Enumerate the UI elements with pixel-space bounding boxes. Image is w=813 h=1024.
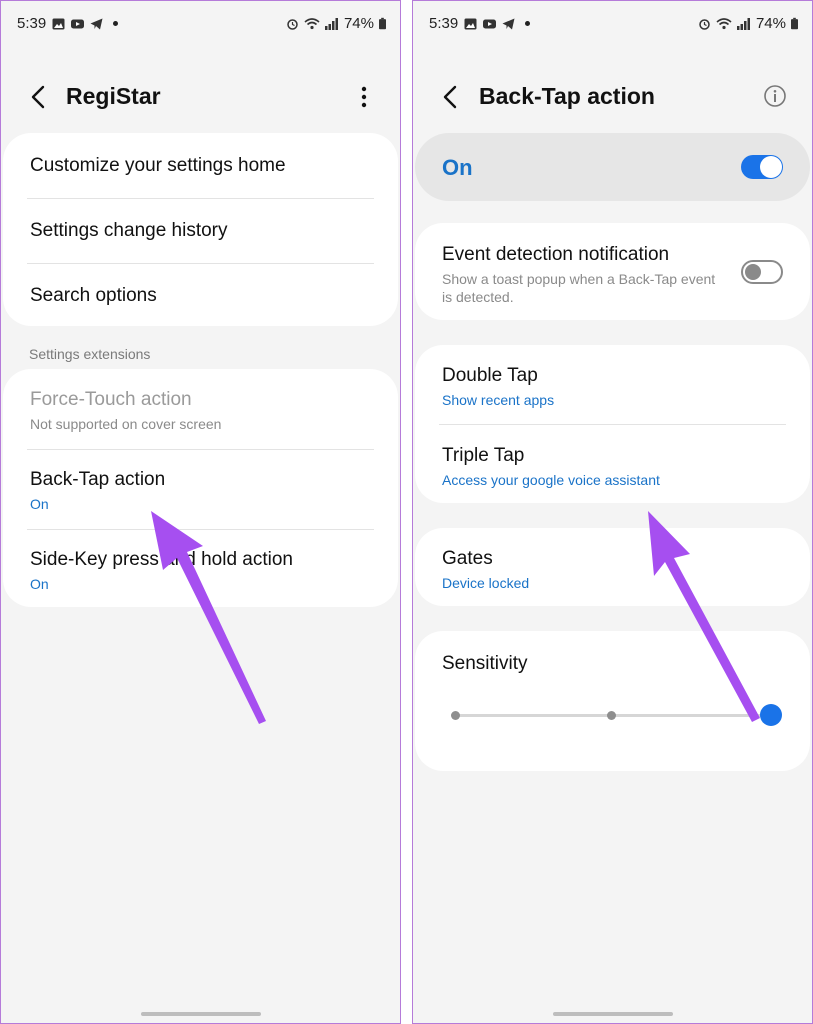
alarm-icon <box>287 18 298 30</box>
triple-tap-action: Access your google voice assistant <box>442 472 660 488</box>
battery-icon <box>379 17 386 30</box>
divider <box>27 529 374 530</box>
extensions-card: Force-Touch action Not supported on cove… <box>3 369 398 607</box>
page-title: RegiStar <box>66 83 161 109</box>
more-options-icon[interactable] <box>354 85 374 109</box>
alarm-icon <box>699 18 710 30</box>
list-item-change-history[interactable]: Settings change history <box>30 220 374 242</box>
item-label: Settings change history <box>30 220 228 241</box>
gates-title: Gates <box>442 548 493 569</box>
force-touch-title: Force-Touch action <box>30 389 192 410</box>
master-toggle-label: On <box>442 155 473 180</box>
event-detection-row: Event detection notification Show a toas… <box>442 244 720 306</box>
slider-thumb[interactable] <box>760 704 782 726</box>
status-bar: 5:39 74% <box>17 15 386 35</box>
back-tap-status: On <box>30 496 49 512</box>
event-detection-toggle[interactable] <box>741 260 783 284</box>
section-label-extensions: Settings extensions <box>29 346 151 362</box>
battery-icon <box>791 17 798 30</box>
status-bar: 5:39 74% <box>429 15 798 35</box>
wifi-icon <box>304 17 320 29</box>
slider-tick <box>607 711 616 720</box>
list-item-triple-tap[interactable]: Triple Tap Access your google voice assi… <box>442 445 786 488</box>
home-indicator <box>552 1012 673 1016</box>
event-detection-title: Event detection notification <box>442 244 670 265</box>
sensitivity-title: Sensitivity <box>442 653 528 674</box>
list-item-back-tap[interactable]: Back-Tap action On <box>30 469 374 512</box>
status-time: 5:39 <box>429 15 459 32</box>
back-arrow-icon[interactable] <box>25 83 53 111</box>
side-key-title: Side-Key press and hold action <box>30 549 293 570</box>
force-touch-subtitle: Not supported on cover screen <box>30 416 222 432</box>
settings-card: Customize your settings home Settings ch… <box>3 133 398 326</box>
home-indicator <box>140 1012 261 1016</box>
gallery-icon <box>464 18 477 29</box>
youtube-icon <box>71 19 85 28</box>
divider <box>439 424 786 425</box>
telegram-icon <box>502 18 515 29</box>
list-item-side-key[interactable]: Side-Key press and hold action On <box>30 549 374 592</box>
back-arrow-icon[interactable] <box>437 83 465 111</box>
event-detection-card[interactable]: Event detection notification Show a toas… <box>415 223 810 320</box>
signal-icon <box>324 17 338 30</box>
sensitivity-card: Sensitivity <box>415 631 810 771</box>
notification-dot <box>113 21 119 26</box>
list-item-search-options[interactable]: Search options <box>30 285 374 307</box>
sensitivity-row: Sensitivity <box>442 653 786 675</box>
list-item-force-touch: Force-Touch action Not supported on cove… <box>30 389 374 432</box>
page-title: Back-Tap action <box>479 83 655 109</box>
toggle-knob <box>760 156 782 178</box>
youtube-icon <box>483 19 497 28</box>
item-label: Search options <box>30 285 157 306</box>
divider <box>27 449 374 450</box>
sensitivity-slider[interactable] <box>451 703 782 727</box>
double-tap-action: Show recent apps <box>442 392 555 408</box>
notification-dot <box>525 21 531 26</box>
signal-icon <box>736 17 750 30</box>
right-phone-screen: 5:39 74% Back-Tap action On Event detect… <box>412 0 813 1024</box>
triple-tap-title: Triple Tap <box>442 445 525 466</box>
list-item-double-tap[interactable]: Double Tap Show recent apps <box>442 365 786 408</box>
divider <box>27 198 374 199</box>
gates-value: Device locked <box>442 575 530 591</box>
taps-card: Double Tap Show recent apps Triple Tap A… <box>415 345 810 503</box>
app-bar: RegiStar <box>1 77 400 117</box>
left-phone-screen: 5:39 74% RegiStar Customize your setting… <box>0 0 401 1024</box>
list-item-customize-home[interactable]: Customize your settings home <box>30 155 374 177</box>
double-tap-title: Double Tap <box>442 365 538 386</box>
list-item-gates: Gates Device locked <box>442 548 786 591</box>
battery-percent: 74% <box>755 15 786 32</box>
item-label: Customize your settings home <box>30 155 286 176</box>
toggle-knob <box>745 264 761 280</box>
divider <box>27 263 374 264</box>
app-bar: Back-Tap action <box>413 77 812 117</box>
slider-tick <box>451 711 460 720</box>
info-icon[interactable] <box>762 83 788 109</box>
wifi-icon <box>716 17 732 29</box>
gates-card[interactable]: Gates Device locked <box>415 528 810 606</box>
battery-percent: 74% <box>343 15 374 32</box>
master-toggle-switch[interactable] <box>741 155 783 179</box>
side-key-status: On <box>30 576 49 592</box>
event-detection-description: Show a toast popup when a Back-Tap event… <box>442 271 716 305</box>
master-toggle-bar[interactable]: On <box>415 133 810 201</box>
telegram-icon <box>90 18 103 29</box>
back-tap-title: Back-Tap action <box>30 469 166 490</box>
status-time: 5:39 <box>17 15 47 32</box>
gallery-icon <box>52 18 65 29</box>
